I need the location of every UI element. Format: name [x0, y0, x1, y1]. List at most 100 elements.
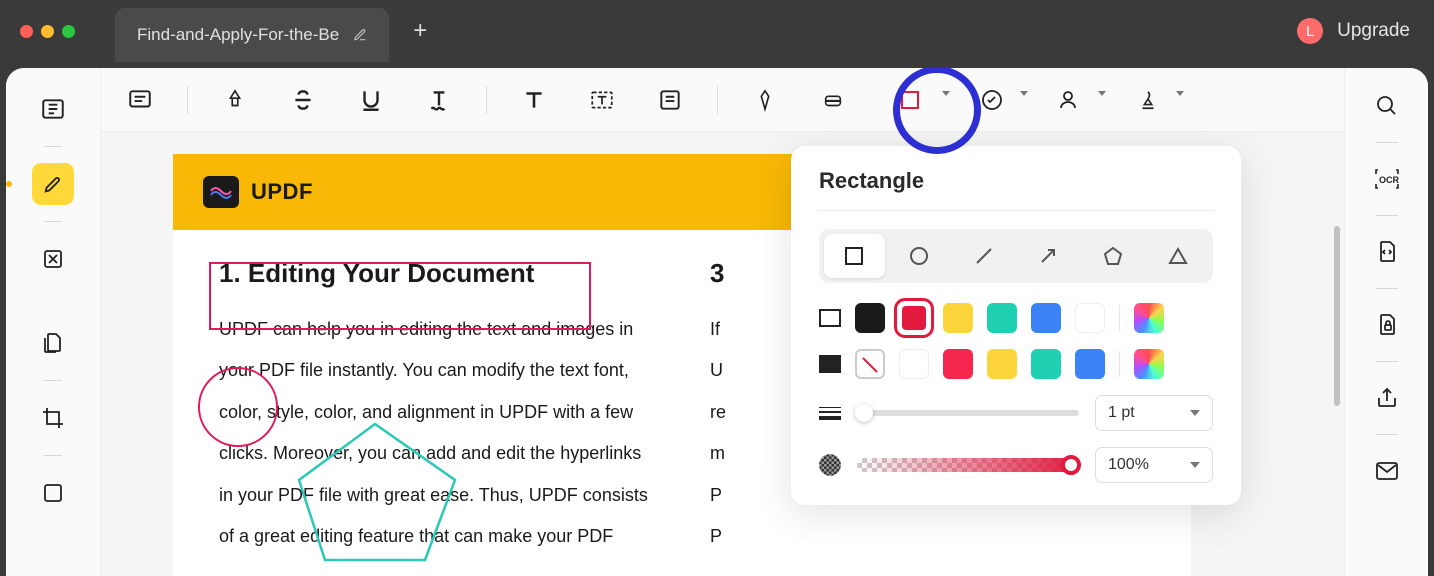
- thickness-select[interactable]: 1 pt: [1095, 395, 1213, 431]
- text-tool-icon[interactable]: [513, 79, 555, 121]
- email-icon[interactable]: [1369, 453, 1405, 489]
- sidebar-separator: [44, 380, 62, 381]
- sidebar-separator: [44, 146, 62, 147]
- thickness-value: 1 pt: [1108, 404, 1135, 422]
- sidebar-separator: [1376, 142, 1398, 143]
- slider-thumb[interactable]: [855, 404, 873, 422]
- upgrade-label: Upgrade: [1337, 20, 1410, 41]
- shape-properties-popup: Rectangle: [791, 146, 1241, 505]
- sidebar-reader-icon[interactable]: [32, 88, 74, 130]
- shape-line-option[interactable]: [953, 234, 1014, 278]
- color-swatch[interactable]: [1031, 349, 1061, 379]
- document-viewport[interactable]: UPDF 1. Editing Your Document UPDF can h…: [101, 132, 1344, 576]
- chevron-down-icon: [1190, 410, 1200, 416]
- no-fill-swatch[interactable]: [855, 349, 885, 379]
- color-swatch[interactable]: [943, 303, 973, 333]
- color-swatch[interactable]: [855, 303, 885, 333]
- highlight-tool-icon[interactable]: [214, 79, 256, 121]
- edit-tab-icon[interactable]: [353, 28, 367, 42]
- color-swatch-selected[interactable]: [899, 303, 929, 333]
- chevron-down-icon: [942, 91, 950, 96]
- sidebar-more-icon[interactable]: [32, 472, 74, 514]
- swatch-separator: [1119, 305, 1120, 331]
- color-swatch[interactable]: [1075, 349, 1105, 379]
- upgrade-button[interactable]: Upgrade: [1337, 20, 1410, 42]
- shape-arrow-option[interactable]: [1018, 234, 1079, 278]
- maximize-window-button[interactable]: [62, 25, 75, 38]
- chevron-down-icon: [1020, 91, 1028, 96]
- eraser-tool-icon[interactable]: [812, 79, 854, 121]
- body-paragraph: UPDF can help you in editing the text an…: [219, 309, 654, 557]
- shape-selector: [819, 229, 1213, 283]
- titlebar: Find-and-Apply-For-the-Be + L Upgrade: [0, 0, 1434, 62]
- sign-tool-button[interactable]: [1122, 79, 1174, 121]
- annotation-toolbar: [101, 68, 1344, 132]
- pencil-tool-icon[interactable]: [744, 79, 786, 121]
- close-window-button[interactable]: [20, 25, 33, 38]
- opacity-value: 100%: [1108, 456, 1149, 474]
- opacity-select[interactable]: 100%: [1095, 447, 1213, 483]
- sidebar-separator: [1376, 434, 1398, 435]
- shape-tool-button[interactable]: [880, 79, 940, 121]
- sidebar-annotate-icon[interactable]: [32, 163, 74, 205]
- protect-icon[interactable]: [1369, 307, 1405, 343]
- fill-color-row: [819, 349, 1213, 379]
- shape-rectangle-option[interactable]: [824, 234, 885, 278]
- textbox-tool-icon[interactable]: [581, 79, 623, 121]
- shape-oval-option[interactable]: [889, 234, 950, 278]
- toolbar-separator: [486, 86, 487, 114]
- text-fragment: P: [710, 516, 1145, 557]
- avatar-letter: L: [1306, 23, 1314, 40]
- thickness-row: 1 pt: [819, 395, 1213, 431]
- opacity-icon: [819, 454, 841, 476]
- header-right: L Upgrade: [1297, 18, 1410, 44]
- thickness-slider[interactable]: [857, 410, 1079, 416]
- color-swatch[interactable]: [943, 349, 973, 379]
- sidebar-separator: [44, 221, 62, 222]
- opacity-row: 100%: [819, 447, 1213, 483]
- new-tab-button[interactable]: +: [413, 17, 427, 45]
- sidebar-separator: [1376, 361, 1398, 362]
- ocr-icon[interactable]: OCR: [1369, 161, 1405, 197]
- scrollbar-thumb[interactable]: [1334, 226, 1340, 406]
- stamp-tool-button[interactable]: [966, 79, 1018, 121]
- sidebar-separator: [1376, 215, 1398, 216]
- section-heading: 1. Editing Your Document: [219, 258, 654, 289]
- chevron-down-icon: [1190, 462, 1200, 468]
- custom-color-button[interactable]: [1134, 303, 1164, 333]
- color-swatch[interactable]: [987, 349, 1017, 379]
- border-color-row: [819, 303, 1213, 333]
- sidebar-edit-icon[interactable]: [32, 238, 74, 280]
- comment-tool-icon[interactable]: [119, 79, 161, 121]
- color-swatch[interactable]: [1075, 303, 1105, 333]
- sidebar-crop-icon[interactable]: [32, 397, 74, 439]
- thickness-icon: [819, 407, 841, 420]
- strikethrough-tool-icon[interactable]: [282, 79, 324, 121]
- fill-color-icon: [819, 355, 841, 373]
- squiggly-tool-icon[interactable]: [418, 79, 460, 121]
- shape-triangle-option[interactable]: [1147, 234, 1208, 278]
- document-tab[interactable]: Find-and-Apply-For-the-Be: [115, 8, 389, 62]
- user-avatar[interactable]: L: [1297, 18, 1323, 44]
- brand-text: UPDF: [251, 179, 313, 205]
- underline-tool-icon[interactable]: [350, 79, 392, 121]
- shape-polygon-option[interactable]: [1083, 234, 1144, 278]
- sidebar-pages-icon[interactable]: [32, 322, 74, 364]
- rectangle-icon: [901, 91, 919, 109]
- color-swatch[interactable]: [899, 349, 929, 379]
- convert-icon[interactable]: [1369, 234, 1405, 270]
- opacity-slider[interactable]: [857, 458, 1079, 472]
- share-icon[interactable]: [1369, 380, 1405, 416]
- color-swatch[interactable]: [987, 303, 1017, 333]
- chevron-down-icon: [1176, 91, 1184, 96]
- custom-color-button[interactable]: [1134, 349, 1164, 379]
- slider-thumb[interactable]: [1061, 455, 1081, 475]
- note-tool-icon[interactable]: [649, 79, 691, 121]
- signature-tool-button[interactable]: [1044, 79, 1096, 121]
- svg-text:OCR: OCR: [1379, 175, 1400, 185]
- right-sidebar: OCR: [1344, 68, 1428, 576]
- color-swatch[interactable]: [1031, 303, 1061, 333]
- search-icon[interactable]: [1369, 88, 1405, 124]
- minimize-window-button[interactable]: [41, 25, 54, 38]
- border-color-icon: [819, 309, 841, 327]
